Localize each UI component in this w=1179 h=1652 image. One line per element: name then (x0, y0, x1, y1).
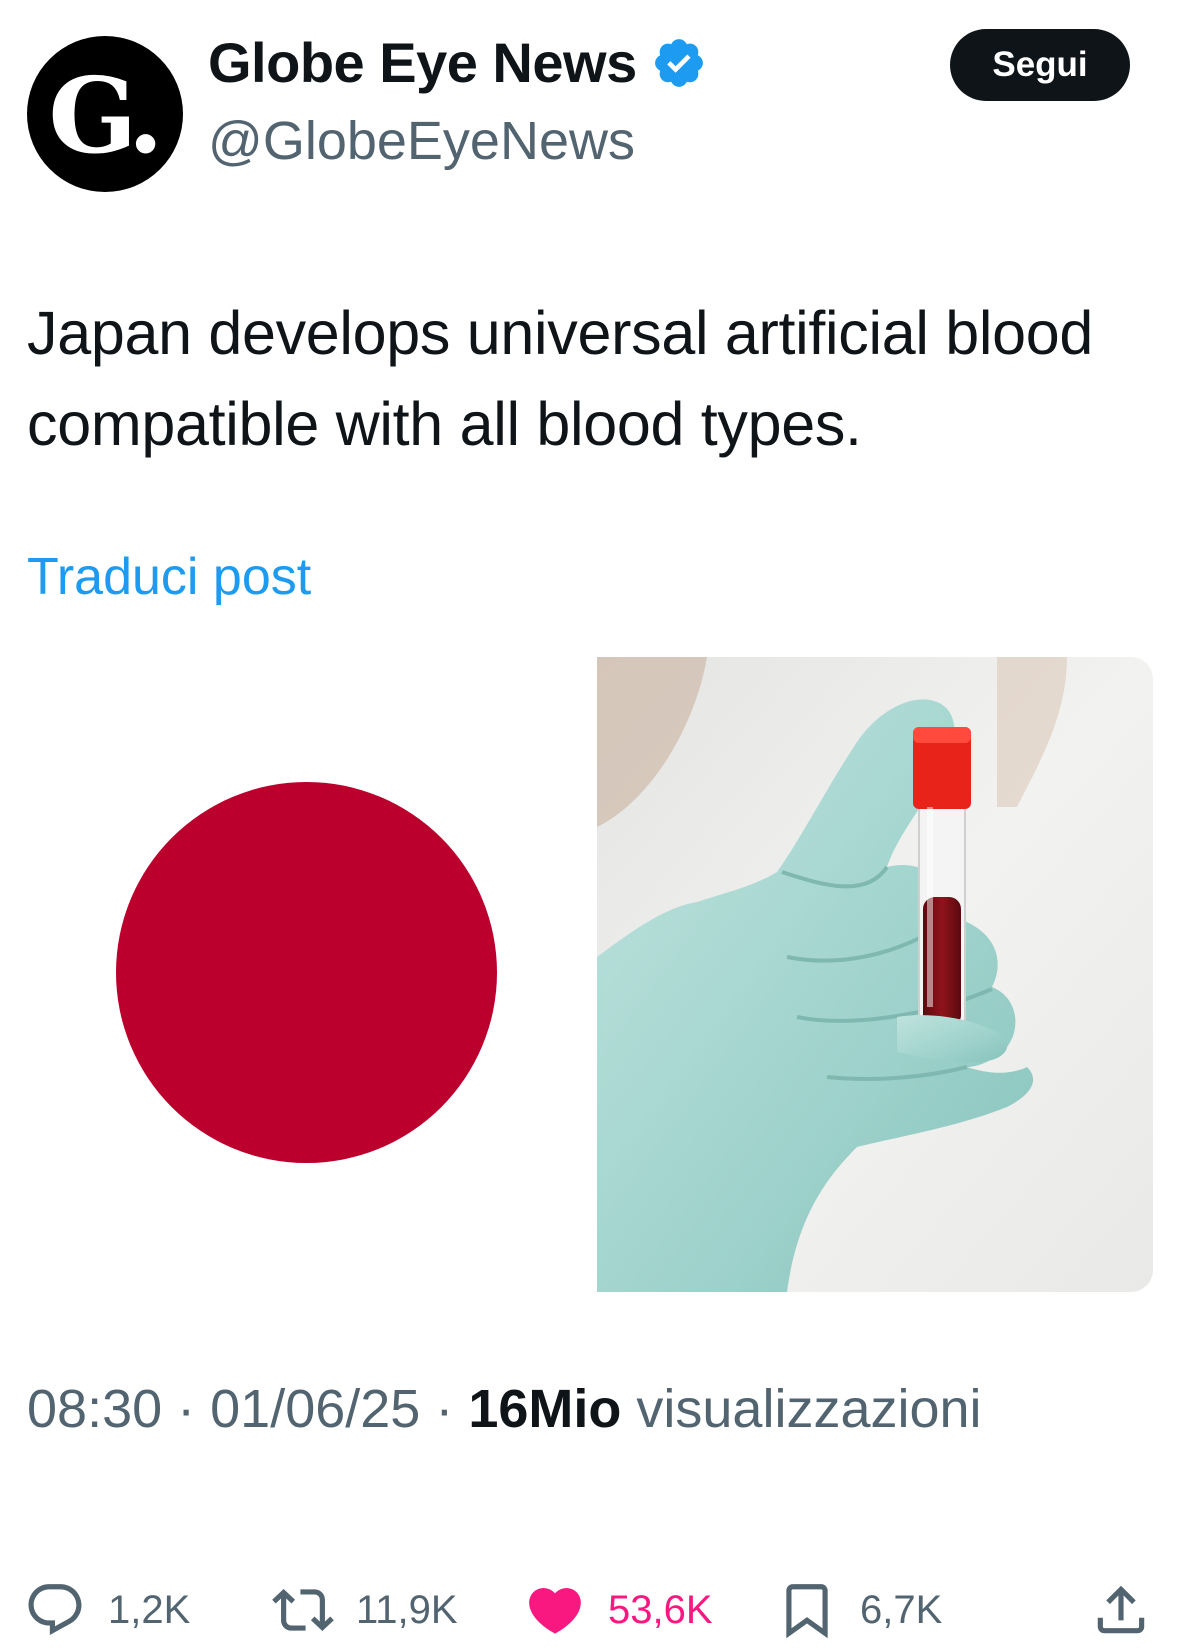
media-japan-flag[interactable] (27, 655, 587, 1292)
heart-icon (529, 1588, 581, 1634)
share-button[interactable] (1090, 1578, 1152, 1642)
author-handle[interactable]: @GlobeEyeNews (208, 110, 635, 172)
avatar[interactable]: G. (27, 36, 183, 192)
bookmark-icon (786, 1584, 828, 1639)
bookmark-count: 6,7K (860, 1587, 943, 1632)
follow-button[interactable]: Segui (950, 29, 1130, 101)
meta-separator: · (162, 1379, 211, 1439)
repost-button[interactable]: 11,9K (272, 1578, 458, 1642)
author-display-name[interactable]: Globe Eye News (208, 30, 707, 95)
share-icon (1097, 1585, 1145, 1634)
like-count: 53,6K (608, 1587, 713, 1632)
display-name-text: Globe Eye News (208, 31, 637, 94)
tweet-time[interactable]: 08:30 (27, 1379, 162, 1439)
repost-icon (272, 1589, 334, 1631)
repost-count: 11,9K (356, 1587, 458, 1632)
translate-post-link[interactable]: Traduci post (27, 547, 311, 607)
avatar-letter: G. (48, 54, 163, 177)
views-label: visualizzazioni (621, 1379, 982, 1439)
reply-count: 1,2K (108, 1587, 191, 1632)
reply-icon (28, 1584, 82, 1636)
gloved-hand-blood-tube-icon (597, 657, 1153, 1292)
flag-red-disc (116, 782, 497, 1163)
tweet-text: Japan develops universal artificial bloo… (27, 299, 1094, 458)
reply-button[interactable]: 1,2K (24, 1578, 190, 1642)
verified-badge-icon (654, 38, 703, 87)
like-button[interactable]: 53,6K (524, 1578, 713, 1642)
tweet-meta: 08:30 · 01/06/25 · 16Mio visualizzazioni (27, 1378, 982, 1440)
tweet-date[interactable]: 01/06/25 (210, 1379, 420, 1439)
views-count: 16Mio (468, 1379, 622, 1439)
meta-separator: · (420, 1379, 469, 1439)
bookmark-button[interactable]: 6,7K (776, 1578, 942, 1642)
media-blood-tube-photo[interactable] (597, 657, 1153, 1292)
